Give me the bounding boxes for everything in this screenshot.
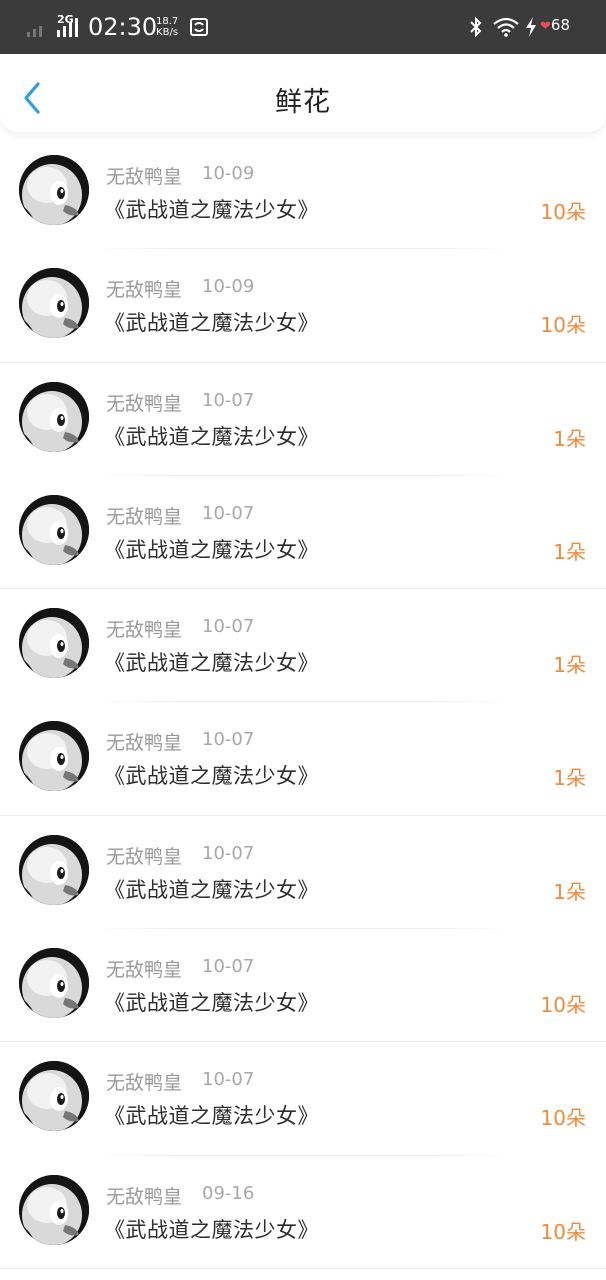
status-bar: 2G 02:30 18.7 KB/s ❤68 [0, 0, 606, 54]
avatar[interactable] [19, 155, 89, 225]
list-item[interactable]: 无敌鸭皇 10-07 《武战道之魔法少女》 10朵 [0, 929, 606, 1043]
duck-avatar-image [19, 268, 89, 339]
avatar[interactable] [19, 381, 89, 452]
avatar[interactable] [19, 721, 89, 792]
page-title: 鲜花 [275, 87, 331, 118]
list-item[interactable]: 无敌鸭皇 10-07 《武战道之魔法少女》 1朵 [0, 363, 606, 476]
battery-indicator: ❤68 [540, 16, 570, 34]
duck-avatar-image [19, 834, 89, 905]
avatar[interactable] [19, 268, 89, 339]
date: 10-07 [202, 842, 255, 864]
avatar[interactable] [19, 1174, 89, 1245]
list-item[interactable]: 无敌鸭皇 10-09 《武战道之魔法少女》 10朵 [0, 249, 606, 363]
book-title[interactable]: 《武战道之魔法少女》 [104, 307, 319, 337]
book-title[interactable]: 《武战道之魔法少女》 [104, 421, 319, 451]
date: 09-16 [202, 1182, 255, 1204]
heart-battery-icon: ❤ [540, 19, 551, 34]
date: 10-07 [202, 502, 255, 524]
user-name: 无敌鸭皇 [106, 392, 183, 415]
user-name: 无敌鸭皇 [106, 279, 183, 302]
sync-icon [190, 18, 208, 36]
network-type: 2G [57, 13, 74, 26]
flower-count: 10朵 [540, 1219, 586, 1244]
list-item[interactable]: 无敌鸭皇 10-07 《武战道之魔法少女》 1朵 [0, 589, 606, 703]
charging-icon [526, 17, 536, 37]
list-item[interactable]: 无敌鸭皇 10-07 《武战道之魔法少女》 1朵 [0, 816, 606, 930]
date: 10-09 [202, 163, 255, 184]
duck-avatar-image [19, 948, 89, 1019]
date: 10-07 [202, 389, 255, 411]
flower-count: 1朵 [553, 426, 586, 451]
book-title[interactable]: 《武战道之魔法少女》 [104, 987, 319, 1017]
duck-avatar-image [19, 1174, 89, 1245]
avatar[interactable] [19, 834, 89, 905]
book-title[interactable]: 《武战道之魔法少女》 [104, 760, 319, 790]
book-title[interactable]: 《武战道之魔法少女》 [104, 534, 319, 564]
flower-count: 1朵 [553, 653, 586, 678]
date: 10-09 [202, 276, 255, 298]
user-name: 无敌鸭皇 [106, 1072, 183, 1095]
list-item[interactable]: 无敌鸭皇 10-07 《武战道之魔法少女》 1朵 [0, 702, 606, 816]
list-item[interactable]: 无敌鸭皇 10-07 《武战道之魔法少女》 1朵 [0, 476, 606, 590]
network-speed: 18.7 KB/s [156, 16, 178, 38]
app-header: 鲜花 [0, 54, 606, 132]
avatar[interactable] [19, 948, 89, 1019]
battery-level: 68 [550, 16, 570, 34]
date: 10-07 [202, 1069, 255, 1091]
avatar[interactable] [19, 608, 89, 679]
user-name: 无敌鸭皇 [106, 732, 183, 755]
date: 10-07 [202, 956, 255, 978]
duck-avatar-image [19, 1061, 89, 1132]
clock: 02:30 [88, 13, 158, 41]
flower-count: 10朵 [540, 200, 586, 224]
wifi-icon [493, 17, 519, 37]
flower-count: 10朵 [540, 993, 586, 1018]
speed-value: 18.7 [156, 16, 179, 27]
flower-list: 无敌鸭皇 10-09 《武战道之魔法少女》 10朵 无敌鸭皇 10-09 《武战… [0, 136, 606, 1269]
date: 10-07 [202, 729, 255, 751]
book-title[interactable]: 《武战道之魔法少女》 [104, 194, 319, 224]
book-title[interactable]: 《武战道之魔法少女》 [104, 647, 319, 677]
duck-avatar-image [19, 608, 89, 679]
speed-unit: KB/s [156, 27, 179, 38]
divider [0, 1267, 606, 1269]
list-item[interactable]: 无敌鸭皇 10-09 《武战道之魔法少女》 10朵 [0, 136, 606, 250]
flower-count: 10朵 [540, 1106, 586, 1131]
book-title[interactable]: 《武战道之魔法少女》 [104, 1214, 319, 1244]
avatar[interactable] [19, 494, 89, 565]
flower-count: 10朵 [540, 313, 586, 338]
avatar[interactable] [19, 1061, 89, 1132]
duck-avatar-image [19, 381, 89, 452]
flower-count: 1朵 [553, 539, 586, 564]
user-name: 无敌鸭皇 [106, 1185, 183, 1208]
book-title[interactable]: 《武战道之魔法少女》 [104, 1100, 319, 1130]
list-item[interactable]: 无敌鸭皇 10-07 《武战道之魔法少女》 10朵 [0, 1042, 606, 1156]
user-name: 无敌鸭皇 [106, 845, 183, 868]
user-name: 无敌鸭皇 [106, 959, 183, 982]
user-name: 无敌鸭皇 [106, 619, 183, 642]
book-title[interactable]: 《武战道之魔法少女》 [104, 874, 319, 904]
flower-count: 1朵 [553, 879, 586, 904]
bluetooth-icon [470, 16, 482, 38]
list-item[interactable]: 无敌鸭皇 09-16 《武战道之魔法少女》 10朵 [0, 1156, 606, 1269]
date: 10-07 [202, 616, 255, 638]
user-name: 无敌鸭皇 [106, 166, 183, 188]
duck-avatar-image [19, 155, 89, 225]
duck-avatar-image [19, 494, 89, 565]
duck-avatar-image [19, 721, 89, 792]
flower-count: 1朵 [553, 766, 586, 791]
user-name: 无敌鸭皇 [106, 505, 183, 528]
